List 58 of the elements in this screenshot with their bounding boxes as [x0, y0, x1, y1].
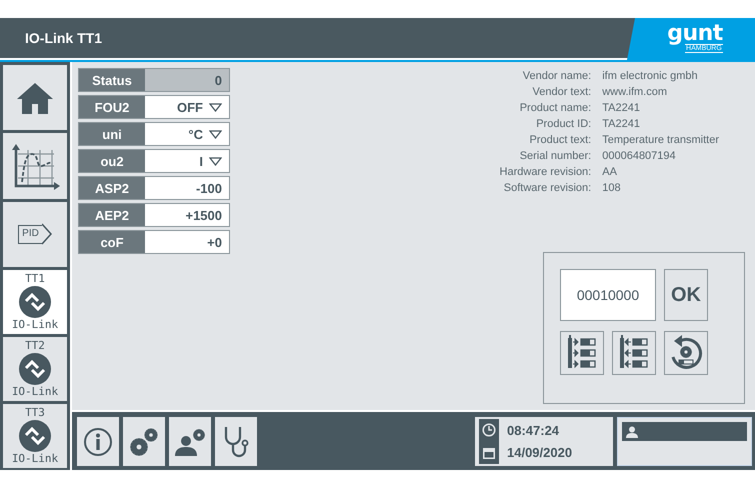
- diagnosis-button[interactable]: [215, 417, 257, 466]
- user-settings-icon: [173, 426, 207, 456]
- home-icon: [15, 80, 55, 115]
- dropdown-arrow-icon: [209, 156, 222, 166]
- info-value: AA: [602, 166, 618, 178]
- user-field[interactable]: [622, 422, 747, 441]
- window-title: IO-Link TT1: [0, 18, 635, 60]
- code-field[interactable]: 00010000: [560, 269, 656, 321]
- home-button[interactable]: [3, 65, 67, 130]
- parameter-dropdown[interactable]: I: [145, 150, 229, 172]
- gears-icon: [128, 426, 160, 456]
- user-settings-button[interactable]: [169, 417, 211, 466]
- io-link-icon: [18, 284, 52, 319]
- time-text: 08:47:24: [507, 422, 560, 438]
- ok-button[interactable]: OK: [664, 269, 708, 321]
- dropdown-arrow-icon: [209, 102, 222, 112]
- settings-button[interactable]: [123, 417, 165, 466]
- parameter-label: uni: [101, 126, 123, 144]
- chart-button[interactable]: [3, 133, 67, 199]
- info-icon: [83, 426, 113, 456]
- parameter-label: FOU2: [94, 98, 130, 116]
- info-value: www.ifm.com: [602, 86, 668, 98]
- parameter-dropdown[interactable]: °C: [145, 123, 229, 145]
- info-label: Software revision:: [502, 182, 592, 194]
- info-value: 000064807194: [602, 150, 677, 162]
- io-link-icon: [18, 352, 52, 386]
- info-button[interactable]: [77, 417, 119, 466]
- clock-icon: [482, 423, 496, 438]
- info-value: 108: [602, 182, 622, 194]
- parameter-label: ou2: [99, 152, 125, 170]
- info-value: TA2241: [602, 118, 641, 130]
- chevron-icon: [42, 223, 52, 246]
- calendar-icon: [482, 446, 496, 460]
- io-link-icon: [18, 418, 52, 453]
- user-icon: [625, 424, 639, 438]
- info-label: Product name:: [518, 102, 592, 114]
- info-value: TA2241: [602, 102, 641, 114]
- info-label: Hardware revision:: [500, 166, 592, 178]
- parameter-dropdown[interactable]: OFF: [145, 96, 229, 118]
- info-value: Temperature transmitter: [602, 134, 719, 146]
- parameter-value: 0: [145, 69, 229, 91]
- info-label: Product text:: [528, 134, 592, 146]
- dropdown-arrow-icon: [209, 130, 222, 138]
- parameter-label: Status: [91, 72, 133, 90]
- device-tab[interactable]: TT1 IO-Link: [3, 270, 67, 334]
- download-button[interactable]: [560, 331, 604, 375]
- info-label: Vendor text:: [532, 86, 592, 98]
- device-tab[interactable]: TT3 IO-Link: [3, 404, 67, 468]
- chart-icon: [10, 142, 60, 190]
- device-tab[interactable]: TT2 IO-Link: [3, 336, 67, 401]
- info-label: Serial number:: [518, 150, 592, 162]
- date-text: 14/09/2020: [507, 445, 572, 460]
- upload-button[interactable]: [612, 331, 656, 375]
- info-value: ifm electronic gmbh: [602, 70, 699, 82]
- info-label: Product ID:: [535, 118, 592, 130]
- reset-button[interactable]: [664, 331, 708, 375]
- pid-button[interactable]: PID: [3, 202, 67, 267]
- info-label: Vendor name:: [522, 70, 592, 82]
